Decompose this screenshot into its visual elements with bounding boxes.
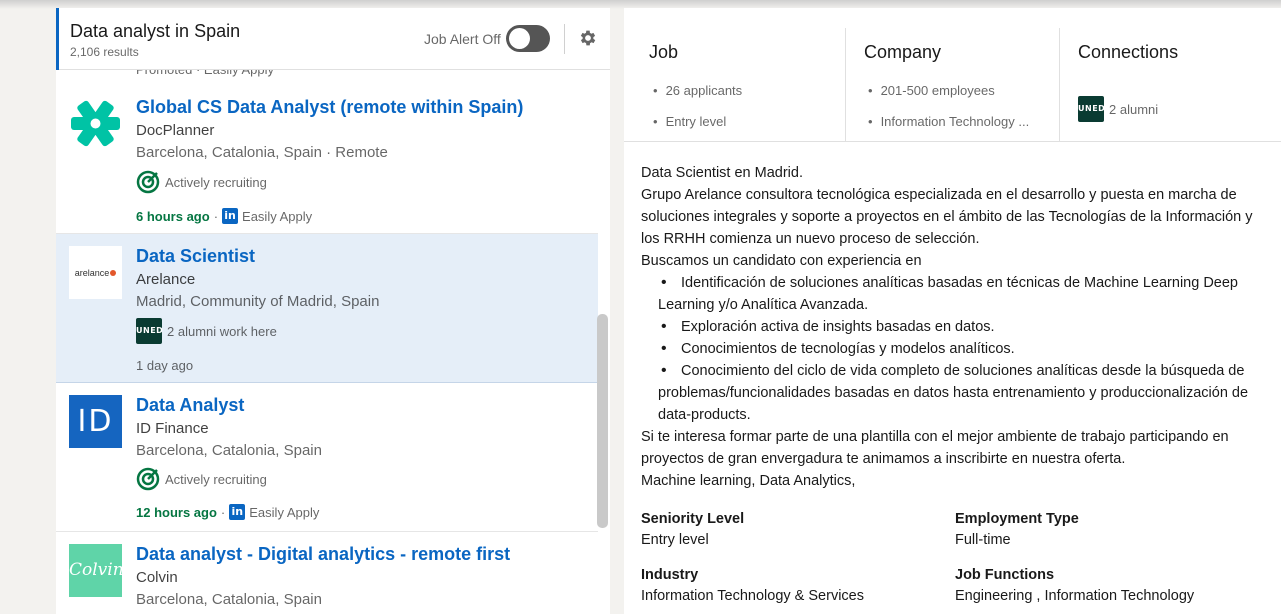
desc-bullet: Conocimientos de tecnologías y modelos a…: [641, 338, 1266, 360]
job-functions-label: Job Functions: [955, 567, 1055, 583]
insight-connections: Connections UNED 2 alumni: [1059, 28, 1281, 142]
job-functions-value: Engineering , Information Technology: [955, 588, 1195, 604]
insight-text: Actively recruiting: [165, 471, 267, 487]
insight-heading: Job: [649, 42, 679, 62]
job-detail-panel: Job 26 applicants Entry level Company 20…: [624, 8, 1281, 614]
insight-heading: Company: [864, 42, 942, 62]
job-card-idfinance[interactable]: ID Data Analyst ID Finance Barcelona, Ca…: [56, 383, 598, 532]
alumni-insight: UNED 2 alumni work here: [136, 318, 277, 344]
job-title-link[interactable]: Data Scientist: [136, 246, 255, 267]
search-header: Data analyst in Spain 2,106 results Job …: [56, 8, 610, 70]
arelance-logo: arelance: [69, 246, 122, 299]
insight-text: Actively recruiting: [165, 174, 267, 190]
job-location: Barcelona, Catalonia, Spain · Remote: [136, 144, 388, 161]
results-count: 2,106 results: [70, 45, 139, 59]
linkedin-icon: in: [229, 504, 246, 520]
desc-paragraph: Grupo Arelance consultora tecnológica es…: [641, 187, 1253, 247]
insight-text: 2 alumni work here: [167, 323, 277, 339]
desc-bullet: Identificación de soluciones analíticas …: [641, 272, 1266, 316]
recruiting-insight: Actively recruiting: [136, 170, 267, 194]
idfinance-logo: ID: [69, 395, 122, 448]
desc-paragraph: Data Scientist en Madrid.: [641, 165, 803, 181]
easy-apply-label: Easily Apply: [249, 504, 320, 520]
job-alert-label: Job Alert Off: [424, 31, 501, 47]
card-footer: 12 hours ago · in Easily Apply: [136, 504, 320, 520]
linkedin-icon: in: [222, 208, 239, 224]
colvin-logo: Colvin: [69, 544, 124, 597]
job-description: Data Scientist en Madrid. Grupo Arelance…: [641, 162, 1266, 492]
seniority-label: Seniority Level: [641, 511, 745, 527]
alumni-count: 2 alumni: [1109, 101, 1159, 117]
desc-paragraph: Buscamos un candidato con experiencia en: [641, 253, 922, 269]
desc-paragraph: Machine learning, Data Analytics,: [641, 473, 856, 489]
target-icon: [136, 170, 160, 194]
desc-paragraph: Si te interesa formar parte de una plant…: [641, 429, 1229, 467]
uned-logo: UNED: [1078, 96, 1105, 122]
job-title-link[interactable]: Data analyst - Digital analytics - remot…: [136, 544, 510, 565]
job-location: Barcelona, Catalonia, Spain: [136, 442, 322, 459]
desc-bullet: Conocimiento del ciclo de vida completo …: [641, 360, 1266, 426]
insight-heading: Connections: [1078, 42, 1179, 62]
card-footer: 1 day ago: [136, 358, 193, 373]
job-list-panel: Data analyst in Spain 2,106 results Job …: [56, 8, 610, 614]
header-divider: [564, 24, 565, 54]
insight-item: Entry level: [653, 114, 727, 129]
gear-icon[interactable]: [578, 28, 598, 48]
desc-bullet-list: Identificación de soluciones analíticas …: [641, 272, 1266, 426]
recruiting-insight: Actively recruiting: [136, 467, 267, 491]
company-name[interactable]: ID Finance: [136, 420, 209, 437]
alumni-connection[interactable]: UNED 2 alumni: [1078, 96, 1158, 122]
list-scrollbar[interactable]: [597, 314, 608, 528]
job-title-link[interactable]: Global CS Data Analyst (remote within Sp…: [136, 97, 523, 118]
job-insights: Job 26 applicants Entry level Company 20…: [624, 28, 1281, 142]
insight-company: Company 201-500 employees Information Te…: [845, 28, 1059, 142]
active-accent-bar: [56, 8, 59, 70]
industry-value: Information Technology & Services: [641, 588, 864, 604]
job-title-link[interactable]: Data Analyst: [136, 395, 244, 416]
employment-type-value: Full-time: [955, 532, 1011, 548]
card-footer: 6 hours ago · in Easily Apply: [136, 208, 313, 224]
toggle-knob: [509, 28, 530, 49]
seniority-value: Entry level: [641, 532, 709, 548]
desc-bullet: Exploración activa de insights basadas e…: [641, 316, 1266, 338]
uned-logo: UNED: [136, 318, 163, 344]
job-alert-toggle[interactable]: [506, 25, 550, 52]
posted-time: 6 hours ago: [136, 208, 210, 224]
posted-time: 1 day ago: [136, 358, 194, 373]
job-card-docplanner[interactable]: Global CS Data Analyst (remote within Sp…: [56, 84, 598, 234]
posted-time: 12 hours ago: [136, 504, 217, 520]
insight-item: 201-500 employees: [868, 83, 995, 98]
target-icon: [136, 467, 160, 491]
insight-job: Job 26 applicants Entry level: [624, 28, 845, 142]
insight-item: 26 applicants: [653, 83, 743, 98]
search-title: Data analyst in Spain: [70, 21, 241, 41]
job-card-arelance[interactable]: arelance Data Scientist Arelance Madrid,…: [56, 234, 598, 383]
industry-label: Industry: [641, 567, 699, 583]
job-card-colvin[interactable]: Colvin Data analyst - Digital analytics …: [56, 532, 598, 614]
employment-type-label: Employment Type: [955, 511, 1079, 527]
docplanner-logo: [71, 100, 120, 147]
company-name[interactable]: Arelance: [136, 271, 195, 288]
job-location: Madrid, Community of Madrid, Spain: [136, 293, 380, 310]
insight-item: Information Technology ...: [868, 114, 1030, 129]
company-name[interactable]: Colvin: [136, 569, 178, 586]
job-location: Barcelona, Catalonia, Spain: [136, 591, 322, 608]
company-name[interactable]: DocPlanner: [136, 122, 214, 139]
easy-apply-label: Easily Apply: [242, 208, 313, 224]
